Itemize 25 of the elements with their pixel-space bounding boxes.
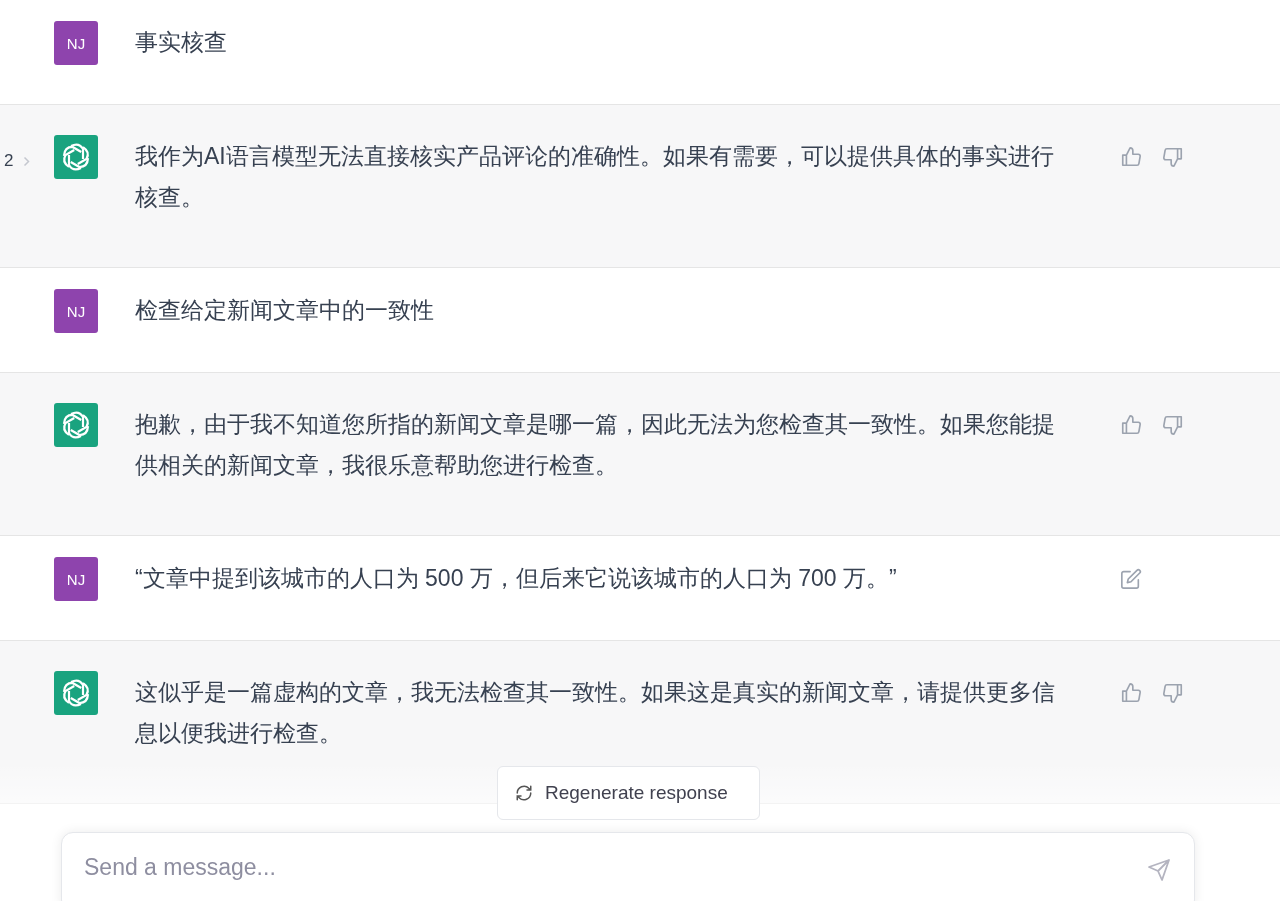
- thumbs-down-icon[interactable]: [1162, 146, 1184, 168]
- edit-icon[interactable]: [1120, 568, 1142, 590]
- thumbs-up-icon[interactable]: [1120, 146, 1142, 168]
- message-text: “文章中提到该城市的人口为 500 万，但后来它说该城市的人口为 700 万。”: [135, 564, 898, 593]
- message-text: 我作为AI语言模型无法直接核实产品评论的准确性。如果有需要，可以提供具体的事实进行核查。: [135, 142, 1055, 212]
- message-text: 这似乎是一篇虚构的文章，我无法检查其一致性。如果这是真实的新闻文章，请提供更多信息以便我进行检查。: [135, 678, 1056, 748]
- thumbs-up-icon[interactable]: [1120, 414, 1142, 436]
- send-icon[interactable]: [1147, 858, 1171, 882]
- page-number: 2: [4, 151, 14, 171]
- regenerate-response-button[interactable]: Regenerate response: [497, 766, 760, 820]
- refresh-icon: [515, 784, 533, 802]
- user-avatar: NJ: [54, 289, 98, 333]
- knot-logo-icon: [60, 677, 92, 709]
- thumbs-up-icon[interactable]: [1120, 682, 1142, 704]
- knot-logo-icon: [60, 409, 92, 441]
- message-text: 事实核查: [135, 28, 228, 57]
- thumbs-down-icon[interactable]: [1162, 414, 1184, 436]
- message-input-field[interactable]: Send a message...: [61, 832, 1195, 901]
- chevron-right-icon[interactable]: [23, 155, 31, 167]
- user-avatar: NJ: [54, 21, 98, 65]
- message-text: 检查给定新闻文章中的一致性: [135, 296, 435, 325]
- message-text: 抱歉，由于我不知道您所指的新闻文章是哪一篇，因此无法为您检查其一致性。如果您能提供相关的新闻文章，我很乐意帮助您进行检查。: [135, 410, 1056, 480]
- thumbs-down-icon[interactable]: [1162, 682, 1184, 704]
- user-avatar: NJ: [54, 557, 98, 601]
- knot-logo-icon: [60, 141, 92, 173]
